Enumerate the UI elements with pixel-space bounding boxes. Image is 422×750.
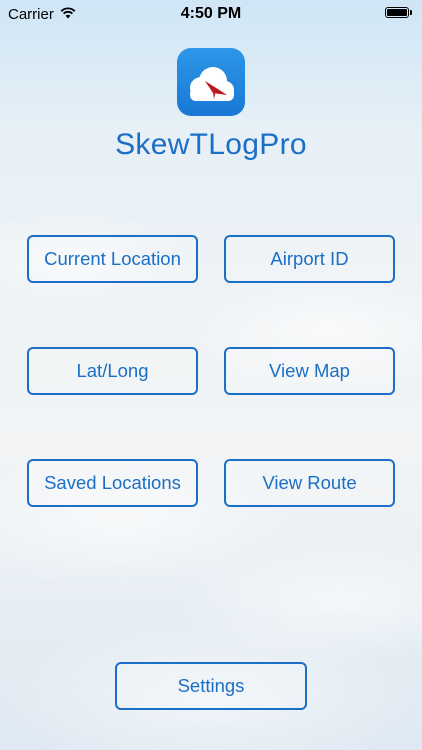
view-route-button[interactable]: View Route bbox=[224, 459, 395, 507]
battery-icon bbox=[385, 7, 412, 18]
view-map-button[interactable]: View Map bbox=[224, 347, 395, 395]
status-time: 4:50 PM bbox=[180, 5, 242, 22]
app-title: SkewTLogPro bbox=[115, 128, 307, 161]
saved-locations-button[interactable]: Saved Locations bbox=[27, 459, 198, 507]
settings-button[interactable]: Settings bbox=[115, 662, 307, 710]
airport-id-button[interactable]: Airport ID bbox=[224, 235, 395, 283]
lat-long-button[interactable]: Lat/Long bbox=[27, 347, 198, 395]
current-location-button[interactable]: Current Location bbox=[27, 235, 198, 283]
status-bar: Carrier 4:50 PM bbox=[0, 0, 422, 30]
app-logo-icon bbox=[177, 48, 245, 116]
